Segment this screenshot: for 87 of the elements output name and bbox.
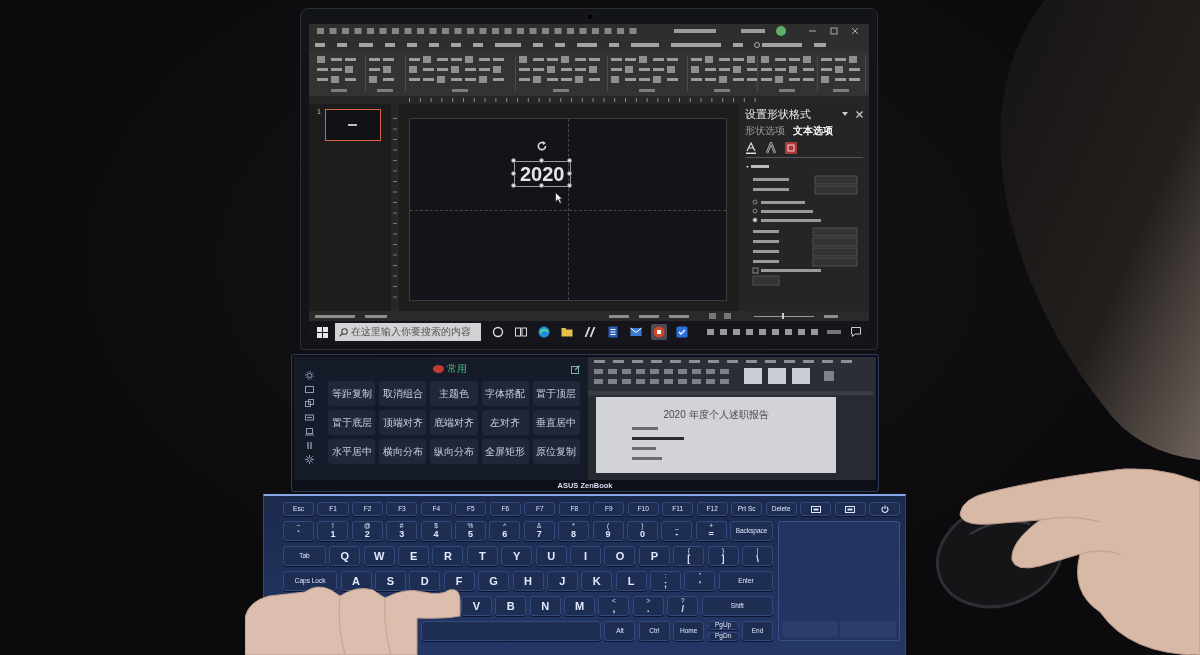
keyboard-key[interactable]: F	[443, 571, 475, 591]
screen-icon	[845, 505, 856, 513]
keyboard-key[interactable]	[868, 502, 901, 516]
slashes-icon[interactable]	[582, 324, 598, 340]
document-title: 2020 年度个人述职报告	[662, 409, 770, 421]
shortcut-button[interactable]: 置于顶层	[532, 381, 580, 406]
search-icon	[339, 327, 348, 337]
shortcut-button[interactable]: 纵向分布	[430, 439, 478, 464]
keyboard-key[interactable]: A	[340, 571, 372, 591]
four-squares-icon[interactable]	[317, 326, 328, 338]
dropdown-caret-icon[interactable]	[842, 112, 848, 116]
resize-handle-icon[interactable]	[566, 183, 572, 188]
shortcut-button[interactable]: 底端对齐	[430, 410, 478, 435]
keyboard-key[interactable]: G	[478, 571, 510, 591]
shortcut-button[interactable]: 全屏矩形	[481, 439, 529, 464]
pause-icon[interactable]	[304, 441, 314, 450]
resize-handle-icon[interactable]	[566, 158, 572, 163]
panel-tab[interactable]: 文本选项	[793, 125, 833, 137]
shortcut-button[interactable]: 横向分布	[379, 439, 427, 464]
edit-icon[interactable]	[571, 364, 580, 374]
keyboard-key[interactable]	[834, 502, 866, 516]
document-text-drawing	[632, 427, 684, 460]
presentation-icon[interactable]	[651, 324, 667, 340]
resize-handle-icon[interactable]	[511, 183, 516, 188]
keyboard-key[interactable]: E	[398, 546, 430, 566]
shortcut-button[interactable]: 取消组合	[379, 381, 427, 406]
shortcut-button[interactable]: 垂直居中	[532, 410, 580, 435]
text-box-icon[interactable]	[785, 142, 797, 154]
keyboard-key[interactable]: Q	[329, 546, 361, 566]
keyboard-key[interactable]: M	[564, 596, 596, 616]
keyboard-key[interactable]	[800, 502, 832, 516]
group-label: 常用	[446, 363, 467, 375]
keyboard-key[interactable]: B	[495, 596, 527, 616]
resize-handle-icon[interactable]	[566, 171, 572, 176]
close-icon[interactable]	[856, 110, 863, 118]
settings-icon[interactable]	[304, 455, 314, 464]
layers-icon[interactable]	[304, 399, 314, 408]
shortcut-button[interactable]: 等距复制	[328, 381, 376, 406]
ring-icon[interactable]	[490, 324, 506, 340]
shortcut-button[interactable]: 水平居中	[328, 439, 376, 464]
search-field[interactable]: 在这里输入你要搜索的内容	[335, 323, 481, 341]
check-app-icon[interactable]	[674, 324, 690, 340]
keyboard-key[interactable]: S	[374, 571, 406, 591]
keyboard-key[interactable]: U	[535, 546, 567, 566]
slide-thumbnail[interactable]	[324, 109, 381, 141]
panel-title: 设置形状格式	[745, 107, 811, 121]
resize-handle-icon[interactable]	[511, 158, 516, 163]
gear-icon[interactable]	[304, 371, 314, 380]
mouse-pointer-icon	[555, 192, 563, 204]
keyboard-key[interactable]: N	[529, 596, 561, 616]
resize-handle-icon[interactable]	[511, 171, 516, 176]
keyboard-key[interactable]: V	[460, 596, 492, 616]
camera-icon	[586, 13, 594, 21]
shortcut-button[interactable]: 原位复制	[532, 439, 580, 464]
speech-bubble-icon[interactable]	[851, 327, 861, 337]
keyboard-key[interactable]: W	[363, 546, 395, 566]
keyboard-key[interactable]: Y	[501, 546, 533, 566]
keyboard-key[interactable]: O	[604, 546, 636, 566]
keyboard-key[interactable]: I	[570, 546, 602, 566]
window-icon[interactable]	[304, 385, 314, 394]
round-logo-icon	[432, 365, 444, 373]
shortcut-button[interactable]: 置于底层	[328, 410, 376, 435]
keyboard-key[interactable]: R	[432, 546, 464, 566]
keyboard-key[interactable]: K	[581, 571, 613, 591]
screen-icon	[810, 505, 821, 513]
keyboard-key[interactable]: J	[546, 571, 578, 591]
shortcut-button[interactable]: 顶端对齐	[379, 410, 427, 435]
shortcut-button[interactable]: 字体搭配	[481, 381, 529, 406]
shortcut-button[interactable]: 主题色	[430, 381, 478, 406]
keyboard-icon[interactable]	[304, 413, 314, 422]
slide-text: 2020	[520, 163, 565, 185]
task-view-icon[interactable]	[513, 324, 529, 340]
keyboard-key[interactable]: H	[512, 571, 544, 591]
laptop-icon[interactable]	[304, 427, 314, 436]
panel-tab[interactable]: 形状选项	[745, 125, 785, 137]
keyboard-key[interactable]: L	[615, 571, 647, 591]
shortcut-button[interactable]: 左对齐	[481, 410, 529, 435]
resize-handle-icon[interactable]	[539, 183, 545, 188]
keyboard-key[interactable]: P	[638, 546, 670, 566]
power-icon	[880, 505, 889, 513]
resize-handle-icon[interactable]	[539, 158, 545, 163]
text-outline-icon[interactable]	[765, 142, 777, 154]
text-fill-icon[interactable]	[745, 142, 757, 154]
rotate-handle-icon[interactable]	[537, 141, 548, 151]
keyboard-key[interactable]: D	[409, 571, 441, 591]
browser-icon[interactable]	[536, 324, 552, 340]
keyboard-key[interactable]: T	[466, 546, 498, 566]
